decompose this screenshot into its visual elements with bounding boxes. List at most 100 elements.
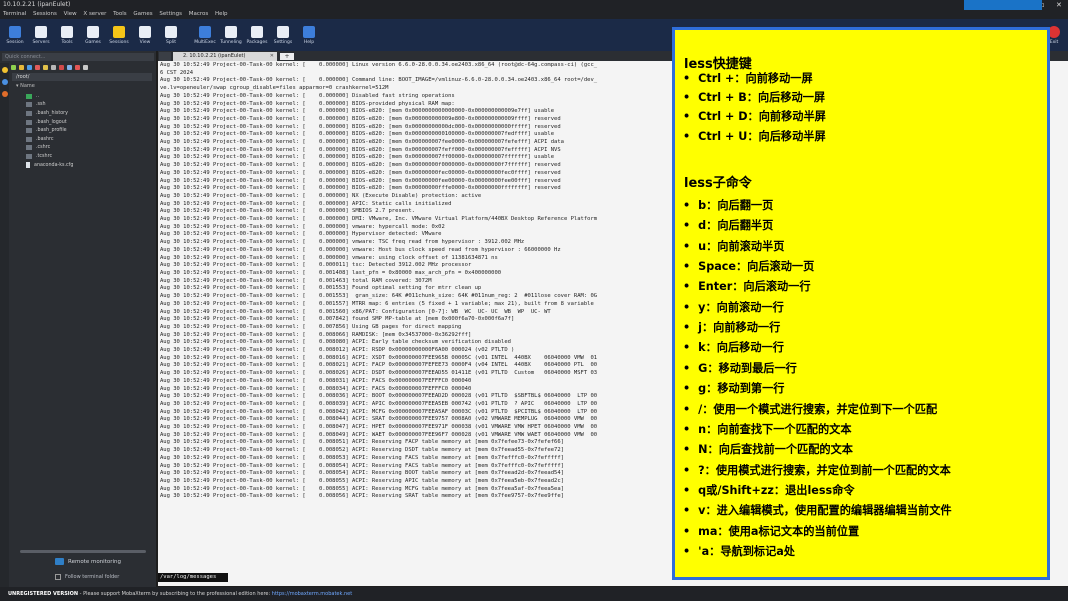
file-tree-item[interactable]: .bash_logout [12, 118, 152, 127]
menu-games[interactable]: Games [133, 11, 152, 17]
toolbar-label: Tools [61, 39, 73, 45]
quick-connect-input[interactable]: Quick connect... [2, 53, 154, 61]
terminal-line: Aug 30 10:52:49 Project-00-Task-00 kerne… [160, 362, 598, 369]
toolbar-button-split[interactable]: Split [158, 19, 184, 51]
menu-sessions[interactable]: Sessions [33, 11, 57, 17]
note-item: Enter：向后滚动一行 [683, 278, 810, 294]
file-tree-item[interactable]: .cshrc [12, 144, 152, 153]
less-notes-panel: less快捷键 less子命令 Ctrl +：向前移动一屏Ctrl + B：向后… [672, 27, 1050, 580]
toolbar-button-tools[interactable]: Tools [54, 19, 80, 51]
split-icon [165, 25, 177, 38]
terminal-line: Aug 30 10:52:49 Project-00-Task-00 kerne… [160, 100, 455, 107]
terminal-line: Aug 30 10:52:49 Project-00-Task-00 kerne… [160, 377, 472, 384]
file-tree-item-label: .cshrc [36, 145, 51, 151]
note-item: Space：向后滚动一页 [683, 258, 814, 274]
folder-icon [26, 119, 32, 125]
list-view-icon[interactable] [67, 64, 72, 70]
toolbar-button-packages[interactable]: Packages [244, 19, 270, 51]
toolbar-button-session[interactable]: Session [2, 19, 28, 51]
menu-tools[interactable]: Tools [113, 11, 127, 17]
menu-settings[interactable]: Settings [159, 11, 182, 17]
menu-terminal[interactable]: Terminal [3, 11, 26, 17]
note-item: d：向后翻半页 [683, 217, 773, 233]
remote-monitoring-button[interactable]: Remote monitoring [55, 558, 121, 565]
toolbar-button-view[interactable]: View [132, 19, 158, 51]
toolbar-label: Servers [32, 39, 50, 45]
download-icon[interactable] [27, 64, 32, 70]
toolbar-label: Packages [246, 39, 268, 45]
file-tree-item[interactable]: .tcshrc [12, 152, 152, 161]
toolbar-label: Session [6, 39, 24, 45]
upload-icon[interactable] [35, 64, 40, 70]
hidden-files-icon[interactable] [83, 64, 88, 70]
terminal-line: Aug 30 10:52:49 Project-00-Task-00 kerne… [160, 123, 561, 130]
refresh-icon[interactable] [19, 64, 24, 70]
new-folder-icon[interactable] [43, 64, 48, 70]
terminal-output: Aug 30 10:52:49 Project-00-Task-00 kerne… [160, 62, 597, 501]
menu-view[interactable]: View [64, 11, 77, 17]
up-folder-icon[interactable] [11, 64, 16, 70]
folder-icon [26, 153, 32, 159]
terminal-line: Aug 30 10:52:49 Project-00-Task-00 kerne… [160, 92, 455, 99]
terminal-line: Aug 30 10:52:49 Project-00-Task-00 kerne… [160, 308, 551, 315]
file-column-header[interactable]: ▾ Name [12, 83, 152, 90]
note-item: k：向后移动一行 [683, 339, 784, 355]
new-file-icon[interactable] [51, 64, 56, 70]
tab-session[interactable]: 2. 10.10.2.21 (ipanEulet) ✕ [173, 52, 277, 61]
close-icon[interactable]: ✕ [1056, 0, 1062, 10]
home-tab[interactable] [159, 52, 171, 61]
toolbar-button-games[interactable]: Games [80, 19, 106, 51]
file-tree-item[interactable]: anaconda-ks.cfg [12, 161, 152, 170]
remote-monitoring-label: Remote monitoring [68, 558, 121, 565]
folder-icon [26, 128, 32, 134]
terminal-line: Aug 30 10:52:49 Project-00-Task-00 kerne… [160, 169, 561, 176]
status-link[interactable]: https://mobaxterm.mobatek.net [272, 591, 352, 597]
terminal-line: Aug 30 10:52:49 Project-00-Task-00 kerne… [160, 162, 561, 169]
servers-icon [35, 25, 47, 38]
toolbar-button-servers[interactable]: Servers [28, 19, 54, 51]
sidebar-scrollbar[interactable] [20, 550, 146, 553]
terminal-line: Aug 30 10:52:49 Project-00-Task-00 kerne… [160, 254, 498, 261]
note-item: N：向后查找前一个匹配的文本 [683, 441, 853, 457]
terminal-line: 6 CST 2024 [160, 69, 194, 76]
file-tree-item[interactable]: .ssh [12, 101, 152, 110]
settings-icon[interactable] [75, 64, 80, 70]
tab-close-icon[interactable]: ✕ [270, 52, 274, 61]
toolbar-button-settings[interactable]: Settings [270, 19, 296, 51]
terminal-line: Aug 30 10:52:49 Project-00-Task-00 kerne… [160, 439, 564, 446]
menu-bar: Terminal Sessions View X server Tools Ga… [0, 10, 1068, 19]
note-item: Ctrl + B：向后移动一屏 [683, 89, 825, 105]
terminal-line: Aug 30 10:52:49 Project-00-Task-00 kerne… [160, 462, 564, 469]
settings-icon [277, 25, 289, 38]
file-tree-item-label: .bash_logout [36, 119, 67, 125]
toolbar-button-sessions[interactable]: Sessions [106, 19, 132, 51]
terminal-line: Aug 30 10:52:49 Project-00-Task-00 kerne… [160, 454, 564, 461]
note-item: G：移动到最后一行 [683, 360, 797, 376]
folder-icon [26, 145, 32, 151]
menu-xserver[interactable]: X server [83, 11, 106, 17]
toolbar-button-multiexec[interactable]: MultiExec [192, 19, 218, 51]
macros-icon[interactable] [1, 91, 8, 97]
terminal-line: Aug 30 10:52:49 Project-00-Task-00 kerne… [160, 146, 561, 153]
sessions-star-icon[interactable] [1, 67, 8, 73]
sftp-toolbar [11, 63, 151, 71]
help-icon [303, 25, 315, 38]
file-tree-item[interactable]: .bashrc [12, 135, 152, 144]
menu-macros[interactable]: Macros [189, 11, 209, 17]
file-tree-item[interactable]: .bash_profile [12, 126, 152, 135]
file-tree-item[interactable]: .bash_history [12, 109, 152, 118]
toolbar-button-tunneling[interactable]: Tunneling [218, 19, 244, 51]
terminal-line: Aug 30 10:52:49 Project-00-Task-00 kerne… [160, 177, 561, 184]
sidebar: Quick connect... /root/ ▾ Name .. .ssh .ba… [0, 51, 156, 593]
folder-icon [26, 136, 32, 142]
delete-icon[interactable] [59, 64, 64, 70]
new-tab-button[interactable]: + [280, 53, 294, 60]
tools-icon[interactable] [1, 79, 8, 85]
toolbar-button-help[interactable]: Help [296, 19, 322, 51]
path-field[interactable]: /root/ [12, 73, 152, 81]
file-tree-item[interactable]: .. [12, 92, 152, 101]
menu-help[interactable]: Help [215, 11, 228, 17]
toolbar-label: Settings [273, 39, 293, 45]
follow-terminal-checkbox[interactable]: Follow terminal folder [55, 574, 119, 580]
folder-icon [26, 110, 32, 116]
